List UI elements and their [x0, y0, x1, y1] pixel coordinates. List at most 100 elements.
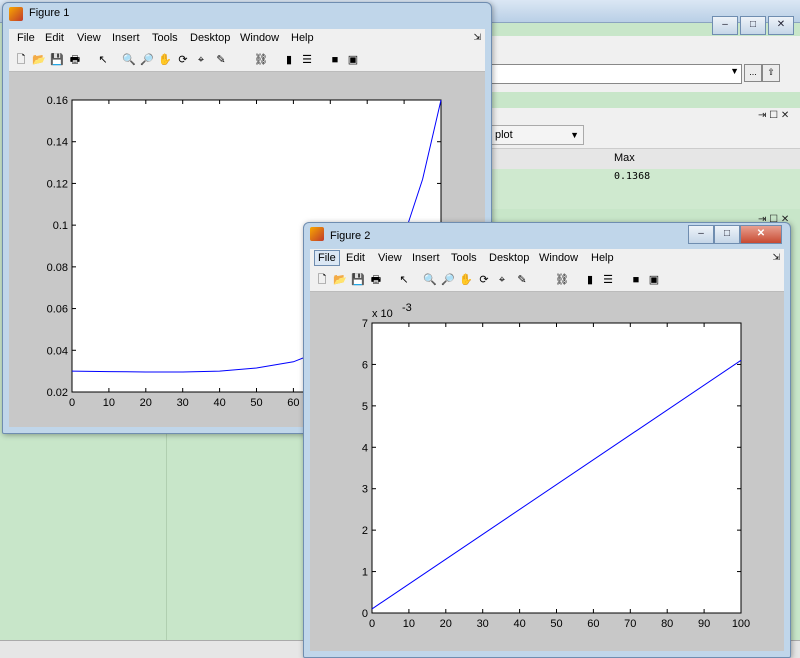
current-folder-combo[interactable]: ▼: [490, 64, 742, 84]
column-header-max: Max: [614, 152, 635, 164]
menu-tools[interactable]: Tools: [152, 32, 178, 44]
pan-icon[interactable]: ✋: [157, 52, 173, 68]
chevron-down-icon: ▼: [570, 130, 579, 140]
close-button[interactable]: ✕: [740, 225, 782, 244]
x-tick-label: 40: [513, 618, 525, 630]
pan-icon[interactable]: ✋: [458, 272, 474, 288]
x-tick-label: 20: [140, 397, 152, 409]
hide-tools-icon[interactable]: ■: [628, 272, 644, 288]
x-tick-label: 60: [287, 397, 299, 409]
bg-close-button[interactable]: ✕: [768, 16, 794, 35]
maximize-button[interactable]: □: [714, 225, 740, 244]
new-icon[interactable]: 🗋: [13, 52, 29, 68]
show-tools-icon[interactable]: ▣: [646, 272, 662, 288]
x-tick-label: 40: [213, 397, 225, 409]
data-cursor-icon[interactable]: ⌖: [494, 272, 510, 288]
up-folder-icon[interactable]: ⇧: [762, 64, 780, 82]
menu-file[interactable]: File: [17, 32, 35, 44]
brush-icon[interactable]: ✎: [213, 52, 229, 68]
y-tick-label: 4: [362, 442, 368, 454]
figure2-window[interactable]: Figure 2 – □ ✕ File Edit View Insert Too…: [303, 222, 791, 658]
show-tools-icon[interactable]: ▣: [345, 52, 361, 68]
matlab-icon: [9, 7, 23, 21]
y-tick-label: 0.08: [47, 262, 68, 274]
y-tick-label: 7: [362, 318, 368, 330]
plot-selector-value: plot: [495, 129, 513, 141]
workspace-header: Max: [490, 148, 800, 170]
colorbar-icon[interactable]: ▮: [281, 52, 297, 68]
pointer-icon[interactable]: ↖: [95, 52, 111, 68]
x-tick-label: 50: [550, 618, 562, 630]
menu-edit[interactable]: Edit: [346, 252, 365, 264]
chevron-down-icon: ▼: [730, 66, 739, 76]
menu-desktop[interactable]: Desktop: [489, 252, 529, 264]
axis-exponent-label: x 10: [372, 308, 393, 320]
zoom-in-icon[interactable]: 🔍: [121, 52, 137, 68]
bg-minimize-button[interactable]: –: [712, 16, 738, 35]
zoom-out-icon[interactable]: 🔎: [440, 272, 456, 288]
pin-icon[interactable]: ⇲: [473, 32, 481, 43]
legend-icon[interactable]: ☰: [299, 52, 315, 68]
figure1-menubar: File Edit View Insert Tools Desktop Wind…: [9, 29, 485, 49]
menu-help[interactable]: Help: [291, 32, 314, 44]
data-cursor-icon[interactable]: ⌖: [193, 52, 209, 68]
bg-maximize-button[interactable]: □: [740, 16, 766, 35]
print-icon[interactable]: 🖶: [368, 272, 384, 288]
link-icon[interactable]: ⛓: [554, 272, 570, 288]
x-tick-label: 10: [403, 618, 415, 630]
y-tick-label: 2: [362, 525, 368, 537]
axis-exponent-power: -3: [402, 302, 412, 314]
rotate-icon[interactable]: ⟳: [175, 52, 191, 68]
workspace-row[interactable]: 0.1368: [490, 169, 800, 209]
figure2-canvas: 0 1 2 3 4 5 6 7 0 10 20 30 40 50 60 70 80 90 100 x 10 -3: [310, 292, 784, 651]
save-icon[interactable]: 💾: [49, 52, 65, 68]
menu-view[interactable]: View: [378, 252, 402, 264]
figure1-title: Figure 1: [29, 7, 70, 19]
x-tick-label: 60: [587, 618, 599, 630]
colorbar-icon[interactable]: ▮: [582, 272, 598, 288]
browse-button[interactable]: ...: [744, 64, 762, 82]
menu-desktop[interactable]: Desktop: [190, 32, 230, 44]
y-tick-label: 6: [362, 359, 368, 371]
menu-help[interactable]: Help: [591, 252, 614, 264]
x-tick-label: 30: [477, 618, 489, 630]
pin-icon[interactable]: ⇲: [772, 252, 780, 263]
menu-edit[interactable]: Edit: [45, 32, 64, 44]
dock-controls[interactable]: ⇥ ☐ ✕: [758, 110, 789, 121]
brush-icon[interactable]: ✎: [514, 272, 530, 288]
y-tick-label: 0.06: [47, 304, 68, 316]
zoom-in-icon[interactable]: 🔍: [422, 272, 438, 288]
zoom-out-icon[interactable]: 🔎: [139, 52, 155, 68]
menu-view[interactable]: View: [77, 32, 101, 44]
y-tick-label: 1: [362, 567, 368, 579]
x-tick-label: 30: [177, 397, 189, 409]
figure2-caption-buttons: – □ ✕: [688, 225, 782, 244]
menu-insert[interactable]: Insert: [112, 32, 140, 44]
figure2-axes[interactable]: 012345670 10 20 30 40 50 60 70 80 90 100x 10 -3: [310, 292, 784, 651]
figure2-title: Figure 2: [330, 230, 371, 242]
save-icon[interactable]: 💾: [350, 272, 366, 288]
link-icon[interactable]: ⛓: [253, 52, 269, 68]
menu-insert[interactable]: Insert: [412, 252, 440, 264]
menu-window[interactable]: Window: [539, 252, 578, 264]
rotate-icon[interactable]: ⟳: [476, 272, 492, 288]
menu-window[interactable]: Window: [240, 32, 279, 44]
axes-box: [371, 322, 742, 614]
minimize-button[interactable]: –: [688, 225, 714, 244]
figure2-titlebar[interactable]: Figure 2 – □ ✕: [304, 223, 790, 245]
legend-icon[interactable]: ☰: [600, 272, 616, 288]
figure1-titlebar[interactable]: Figure 1: [3, 3, 491, 25]
plot-selector[interactable]: plot ▼: [490, 125, 584, 145]
x-tick-label: 0: [369, 618, 375, 630]
open-icon[interactable]: 📂: [332, 272, 348, 288]
print-icon[interactable]: 🖶: [67, 52, 83, 68]
menu-file[interactable]: File: [314, 250, 340, 266]
pointer-icon[interactable]: ↖: [396, 272, 412, 288]
x-tick-label: 50: [250, 397, 262, 409]
x-tick-label: 20: [440, 618, 452, 630]
hide-tools-icon[interactable]: ■: [327, 52, 343, 68]
y-tick-label: 0: [362, 608, 368, 620]
menu-tools[interactable]: Tools: [451, 252, 477, 264]
open-icon[interactable]: 📂: [31, 52, 47, 68]
new-icon[interactable]: 🗋: [314, 272, 330, 288]
